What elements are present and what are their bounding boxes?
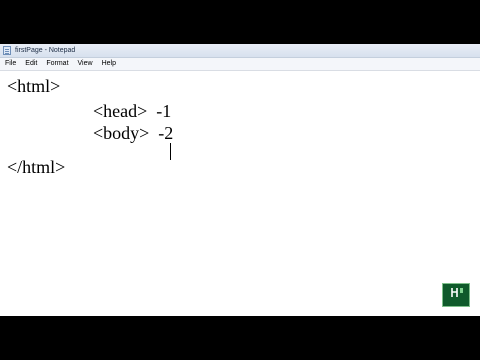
editor-line-1: <html> <box>7 76 61 96</box>
title-bar: firstPage - Notepad <box>0 44 480 58</box>
editor-line-5: </html> <box>7 157 66 177</box>
notepad-icon[interactable] <box>3 46 11 55</box>
text-editor[interactable]: <html> <head> -1 <body> -2 </html> <box>0 71 480 316</box>
menu-view[interactable]: View <box>73 58 97 70</box>
menu-file[interactable]: File <box>0 58 20 70</box>
menu-help[interactable]: Help <box>97 58 120 70</box>
editor-line-3: <body> -2 <box>93 123 174 143</box>
editor-line-2: <head> -1 <box>93 101 172 121</box>
window-title: firstPage - Notepad <box>15 47 76 54</box>
text-caret <box>170 143 171 160</box>
channel-logo-mark <box>451 288 463 297</box>
channel-logo <box>442 283 470 307</box>
notepad-window: firstPage - Notepad File Edit Format Vie… <box>0 44 480 316</box>
menu-edit[interactable]: Edit <box>20 58 41 70</box>
menu-format[interactable]: Format <box>41 58 72 70</box>
menu-bar: File Edit Format View Help <box>0 58 480 71</box>
